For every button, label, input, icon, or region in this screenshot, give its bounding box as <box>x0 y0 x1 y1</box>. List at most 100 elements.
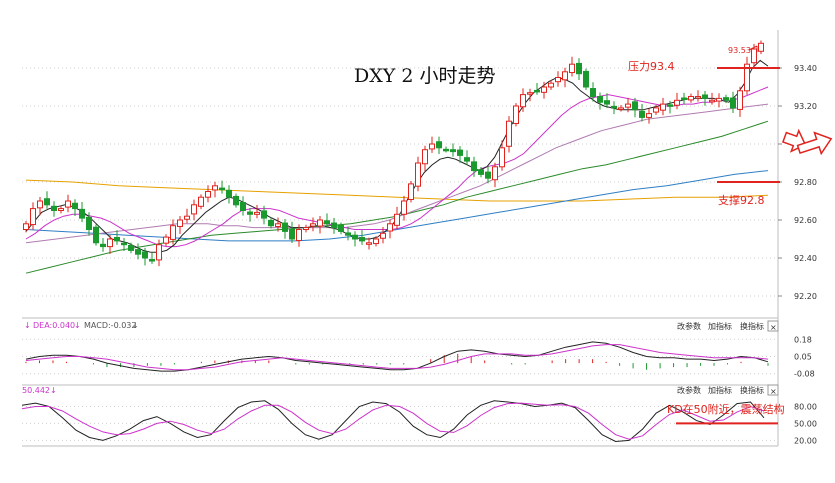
candle-body <box>380 232 386 239</box>
high-price-label: 93.53 <box>728 46 751 55</box>
candle-body <box>709 99 715 103</box>
ma120-line <box>25 170 769 242</box>
candle-body <box>324 220 330 225</box>
candle-body <box>352 234 358 240</box>
up-right-arrow-icon <box>796 131 833 156</box>
y-tick-label: 92.20 <box>794 292 817 301</box>
candle-body <box>597 96 603 103</box>
candle-body <box>135 249 141 255</box>
candle-body <box>275 223 281 227</box>
ma250-line <box>25 179 769 202</box>
macd-add-indicator-button[interactable]: 加指标 <box>708 321 732 331</box>
macd-tick-label: 0.05 <box>794 353 812 362</box>
candle-body <box>93 226 99 244</box>
candle-body <box>226 189 232 198</box>
candle-body <box>499 147 505 168</box>
moving-average-lines <box>25 59 769 274</box>
candle-body <box>79 208 85 219</box>
candle-body <box>401 200 407 215</box>
candle-body <box>646 113 652 118</box>
candle-body <box>702 94 708 99</box>
macd-tick-label: 0.18 <box>794 335 812 344</box>
candle-body <box>457 149 463 156</box>
kd-value: 50.442 <box>22 386 50 395</box>
macd-params-button[interactable]: 改参数 <box>677 321 701 331</box>
kd-switch-indicator-button[interactable]: 换指标 <box>740 385 764 395</box>
candle-body <box>737 90 743 110</box>
candle-body <box>233 195 239 206</box>
candle-body <box>254 211 260 215</box>
candle-body <box>289 228 295 240</box>
candle-body <box>128 244 134 251</box>
candle-body <box>583 70 589 88</box>
candle-body <box>716 97 722 102</box>
candle-body <box>219 187 225 191</box>
kd-arrow: ↓ <box>50 386 57 395</box>
candle-body <box>359 236 365 242</box>
candle-body <box>30 208 36 226</box>
candle-body <box>100 243 106 248</box>
candle-body <box>450 149 456 153</box>
grid-lines <box>22 30 779 447</box>
candle-body <box>562 71 568 81</box>
macd-value: MACD:-0.032 <box>84 321 136 330</box>
candle-body <box>758 42 764 52</box>
candle-body <box>695 96 701 99</box>
candle-body <box>37 200 43 209</box>
candle-body <box>492 166 498 181</box>
main-y-axis: 93.4093.2093.0092.8092.6092.4092.20 <box>778 64 817 301</box>
candle-body <box>240 202 246 212</box>
candle-body <box>170 225 176 240</box>
macd-switch-indicator-button[interactable]: 换指标 <box>740 321 764 331</box>
kd-add-indicator-button[interactable]: 加指标 <box>708 385 732 395</box>
y-tick-label: 92.60 <box>794 216 817 225</box>
kd-tick-label: 50.00 <box>794 419 817 428</box>
macd-tick-label: -0.08 <box>794 370 815 379</box>
candle-body <box>485 171 491 179</box>
y-tick-label: 92.40 <box>794 254 817 263</box>
candle-body <box>408 183 414 200</box>
candle-body <box>415 162 421 187</box>
candle-body <box>611 105 617 109</box>
chart-canvas: 93.4093.2093.0092.8092.6092.4092.20 DXY … <box>21 30 833 447</box>
candle-body <box>261 210 267 219</box>
candle-body <box>366 242 372 245</box>
candle-body <box>296 229 302 242</box>
candle-body <box>65 200 71 208</box>
candle-body <box>107 238 113 248</box>
candle-body <box>394 213 400 226</box>
macd-dea-arrow: ↓ <box>24 321 31 330</box>
candle-body <box>625 103 631 108</box>
kd-k-line <box>21 400 765 443</box>
macd-dea-arrow-2: ↓ <box>74 321 81 330</box>
candle-body <box>478 169 484 175</box>
candle-body <box>191 204 197 215</box>
candle-body <box>387 223 393 232</box>
candle-body <box>632 101 638 111</box>
candle-body <box>345 232 351 236</box>
candle-body <box>331 222 337 229</box>
candle-body <box>541 86 547 93</box>
candle-body <box>730 97 736 109</box>
candle-body <box>51 205 57 212</box>
candle-body <box>317 219 323 227</box>
candle-body <box>156 244 162 261</box>
macd-panel: 0.18 0.05 -0.08 <box>22 335 815 379</box>
candle-body <box>681 97 687 101</box>
kd-params-button[interactable]: 改参数 <box>677 385 701 395</box>
candle-body <box>282 222 288 232</box>
kd-annotation: KD在50附近，震荡结构 <box>667 402 785 416</box>
macd-dif-line <box>25 341 769 372</box>
candle-body <box>590 88 596 97</box>
candle-body <box>534 89 540 93</box>
candle-body <box>268 219 274 227</box>
candle-body <box>429 143 435 150</box>
candle-body <box>660 103 666 111</box>
y-tick-label: 93.40 <box>794 64 817 73</box>
candle-body <box>548 82 554 88</box>
macd-dea-value: DEA:0.040 <box>33 321 75 330</box>
candle-body <box>464 157 470 162</box>
kd-tick-label: 20.00 <box>794 436 817 445</box>
candle-body <box>471 161 477 172</box>
candle-body <box>618 107 624 110</box>
